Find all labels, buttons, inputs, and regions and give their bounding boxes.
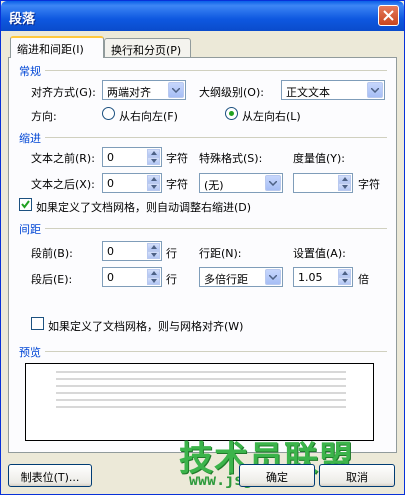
close-button[interactable] — [378, 5, 399, 26]
spin-down-icon[interactable] — [147, 157, 160, 165]
indent-after-unit: 字符 — [166, 178, 188, 191]
measure-spinner[interactable] — [293, 173, 353, 193]
grid-align-checkbox[interactable] — [31, 317, 44, 330]
preview-box — [25, 363, 374, 441]
divider — [45, 351, 387, 352]
cancel-button[interactable]: 取消 — [319, 464, 395, 487]
spin-up-icon[interactable] — [147, 175, 160, 183]
space-after-value: 0 — [107, 271, 114, 284]
cancel-button-label: 取消 — [346, 471, 368, 484]
indent-after-value: 0 — [107, 177, 114, 190]
check-icon — [21, 200, 30, 209]
space-before-label: 段前(B): — [31, 247, 73, 260]
outline-level-value: 正文文本 — [286, 86, 330, 99]
alignment-value: 两端对齐 — [107, 86, 151, 99]
spin-down-icon[interactable] — [147, 183, 160, 191]
ltr-radio[interactable] — [225, 107, 238, 120]
tab-indent-spacing[interactable]: 缩进和间距(I) — [10, 36, 104, 58]
setting-value-value: 1.05 — [298, 271, 323, 284]
special-format-value: (无) — [204, 179, 224, 192]
spin-up-icon[interactable] — [338, 175, 351, 183]
setting-value-label: 设置值(A): — [293, 247, 346, 260]
title-bar[interactable]: 段落 — [1, 1, 404, 31]
indent-before-spinner[interactable]: 0 — [102, 147, 162, 167]
space-after-unit: 行 — [166, 273, 177, 286]
space-before-spinner[interactable]: 0 — [102, 241, 162, 261]
outline-level-label: 大纲级别(O): — [199, 86, 264, 99]
preview-line — [56, 392, 346, 394]
ok-button-label: 确定 — [266, 471, 288, 484]
indent-before-value: 0 — [107, 151, 114, 164]
measure-unit: 字符 — [358, 178, 380, 191]
section-general-label: 常规 — [19, 65, 41, 78]
setting-value-unit: 倍 — [358, 273, 369, 286]
auto-adjust-checkbox[interactable] — [19, 198, 32, 211]
ok-button[interactable]: 确定 — [239, 464, 315, 487]
setting-value-spinner[interactable]: 1.05 — [293, 267, 353, 287]
preview-line — [56, 371, 346, 373]
line-spacing-value: 多倍行距 — [204, 273, 248, 286]
section-spacing-label: 间距 — [19, 223, 41, 236]
indent-after-label: 文本之后(X): — [31, 178, 95, 191]
window-title: 段落 — [9, 12, 36, 27]
space-after-spinner[interactable]: 0 — [102, 267, 162, 287]
paragraph-dialog: 段落 缩进和间距(I) 换行和分页(P) 常规 对齐方式(G): 两端对齐 大纲… — [0, 0, 405, 495]
spin-up-icon[interactable] — [147, 269, 160, 277]
special-format-label: 特殊格式(S): — [199, 152, 263, 165]
alignment-label: 对齐方式(G): — [31, 86, 96, 99]
rtl-radio[interactable] — [102, 107, 115, 120]
chevron-down-icon[interactable] — [265, 269, 281, 285]
grid-align-label[interactable]: 如果定义了文档网格，则与网格对齐(W) — [48, 318, 243, 334]
auto-adjust-label[interactable]: 如果定义了文档网格，则自动调整右缩进(D) — [36, 199, 251, 215]
spin-up-icon[interactable] — [147, 243, 160, 251]
direction-label: 方向: — [31, 110, 57, 123]
rtl-label[interactable]: 从右向左(F) — [119, 108, 178, 124]
tab-label: 换行和分页(P) — [111, 44, 182, 57]
space-after-label: 段后(E): — [31, 273, 73, 286]
divider — [45, 70, 387, 71]
close-icon — [383, 10, 394, 21]
preview-line — [56, 378, 346, 380]
ltr-label[interactable]: 从左向右(L) — [242, 108, 301, 124]
indent-before-label: 文本之前(R): — [31, 152, 95, 165]
divider — [45, 228, 387, 229]
divider — [45, 137, 387, 138]
spin-down-icon[interactable] — [147, 277, 160, 285]
tab-line-page-breaks[interactable]: 换行和分页(P) — [104, 38, 191, 58]
spin-up-icon[interactable] — [147, 149, 160, 157]
preview-line — [56, 385, 346, 387]
line-spacing-label: 行距(N): — [199, 247, 242, 260]
space-before-value: 0 — [107, 245, 114, 258]
chevron-down-icon[interactable] — [367, 82, 383, 98]
radio-selected-dot — [229, 111, 234, 116]
outline-level-select[interactable]: 正文文本 — [281, 80, 385, 100]
spin-down-icon[interactable] — [147, 251, 160, 259]
space-before-unit: 行 — [166, 247, 177, 260]
section-indent-label: 缩进 — [19, 132, 41, 145]
line-spacing-select[interactable]: 多倍行距 — [199, 267, 283, 287]
spin-down-icon[interactable] — [338, 183, 351, 191]
special-format-select[interactable]: (无) — [199, 173, 283, 193]
tabs-button-label: 制表位(T)... — [20, 471, 80, 484]
measure-label: 度量值(Y): — [293, 152, 346, 165]
section-preview-label: 预览 — [19, 346, 41, 359]
chevron-down-icon[interactable] — [168, 82, 184, 98]
spin-up-icon[interactable] — [338, 269, 351, 277]
alignment-select[interactable]: 两端对齐 — [102, 80, 186, 100]
preview-line — [56, 399, 346, 401]
preview-line — [56, 406, 346, 408]
chevron-down-icon[interactable] — [265, 175, 281, 191]
indent-after-spinner[interactable]: 0 — [102, 173, 162, 193]
indent-before-unit: 字符 — [166, 152, 188, 165]
tab-label: 缩进和间距(I) — [17, 43, 84, 56]
tabs-button[interactable]: 制表位(T)... — [8, 464, 92, 487]
spin-down-icon[interactable] — [338, 277, 351, 285]
